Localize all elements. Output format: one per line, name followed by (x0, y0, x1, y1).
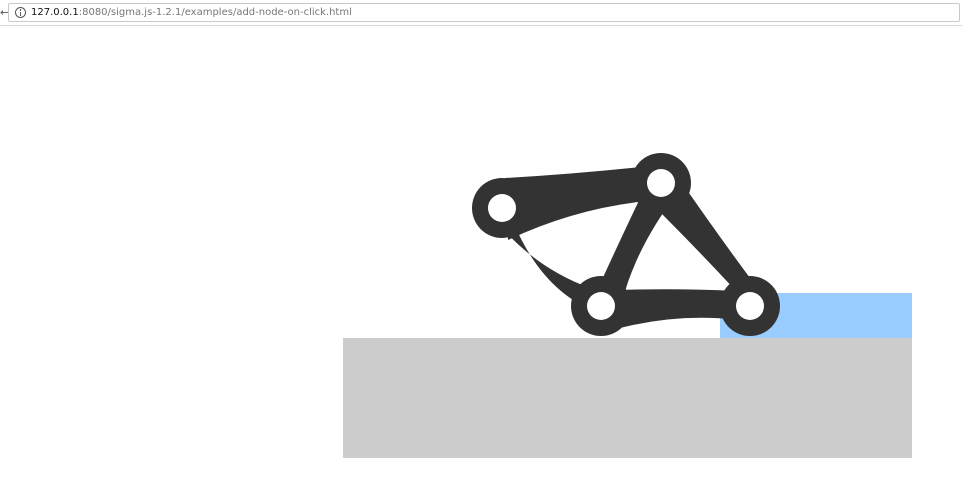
url-host: 127.0.0.1 (31, 7, 79, 18)
browser-page: ← 127.0.0.1:8080/sigma.js-1.2.1/examples… (0, 0, 962, 495)
info-icon[interactable] (15, 7, 26, 18)
url-path: :8080/sigma.js-1.2.1/examples/add-node-o… (78, 7, 352, 18)
browser-toolbar: ← 127.0.0.1:8080/sigma.js-1.2.1/examples… (0, 0, 962, 26)
gray-panel (343, 338, 912, 458)
graph-edge (618, 289, 738, 328)
url-text[interactable]: 127.0.0.1:8080/sigma.js-1.2.1/examples/a… (31, 6, 352, 19)
graph-network-icon (472, 153, 780, 336)
address-bar[interactable]: 127.0.0.1:8080/sigma.js-1.2.1/examples/a… (8, 3, 960, 22)
